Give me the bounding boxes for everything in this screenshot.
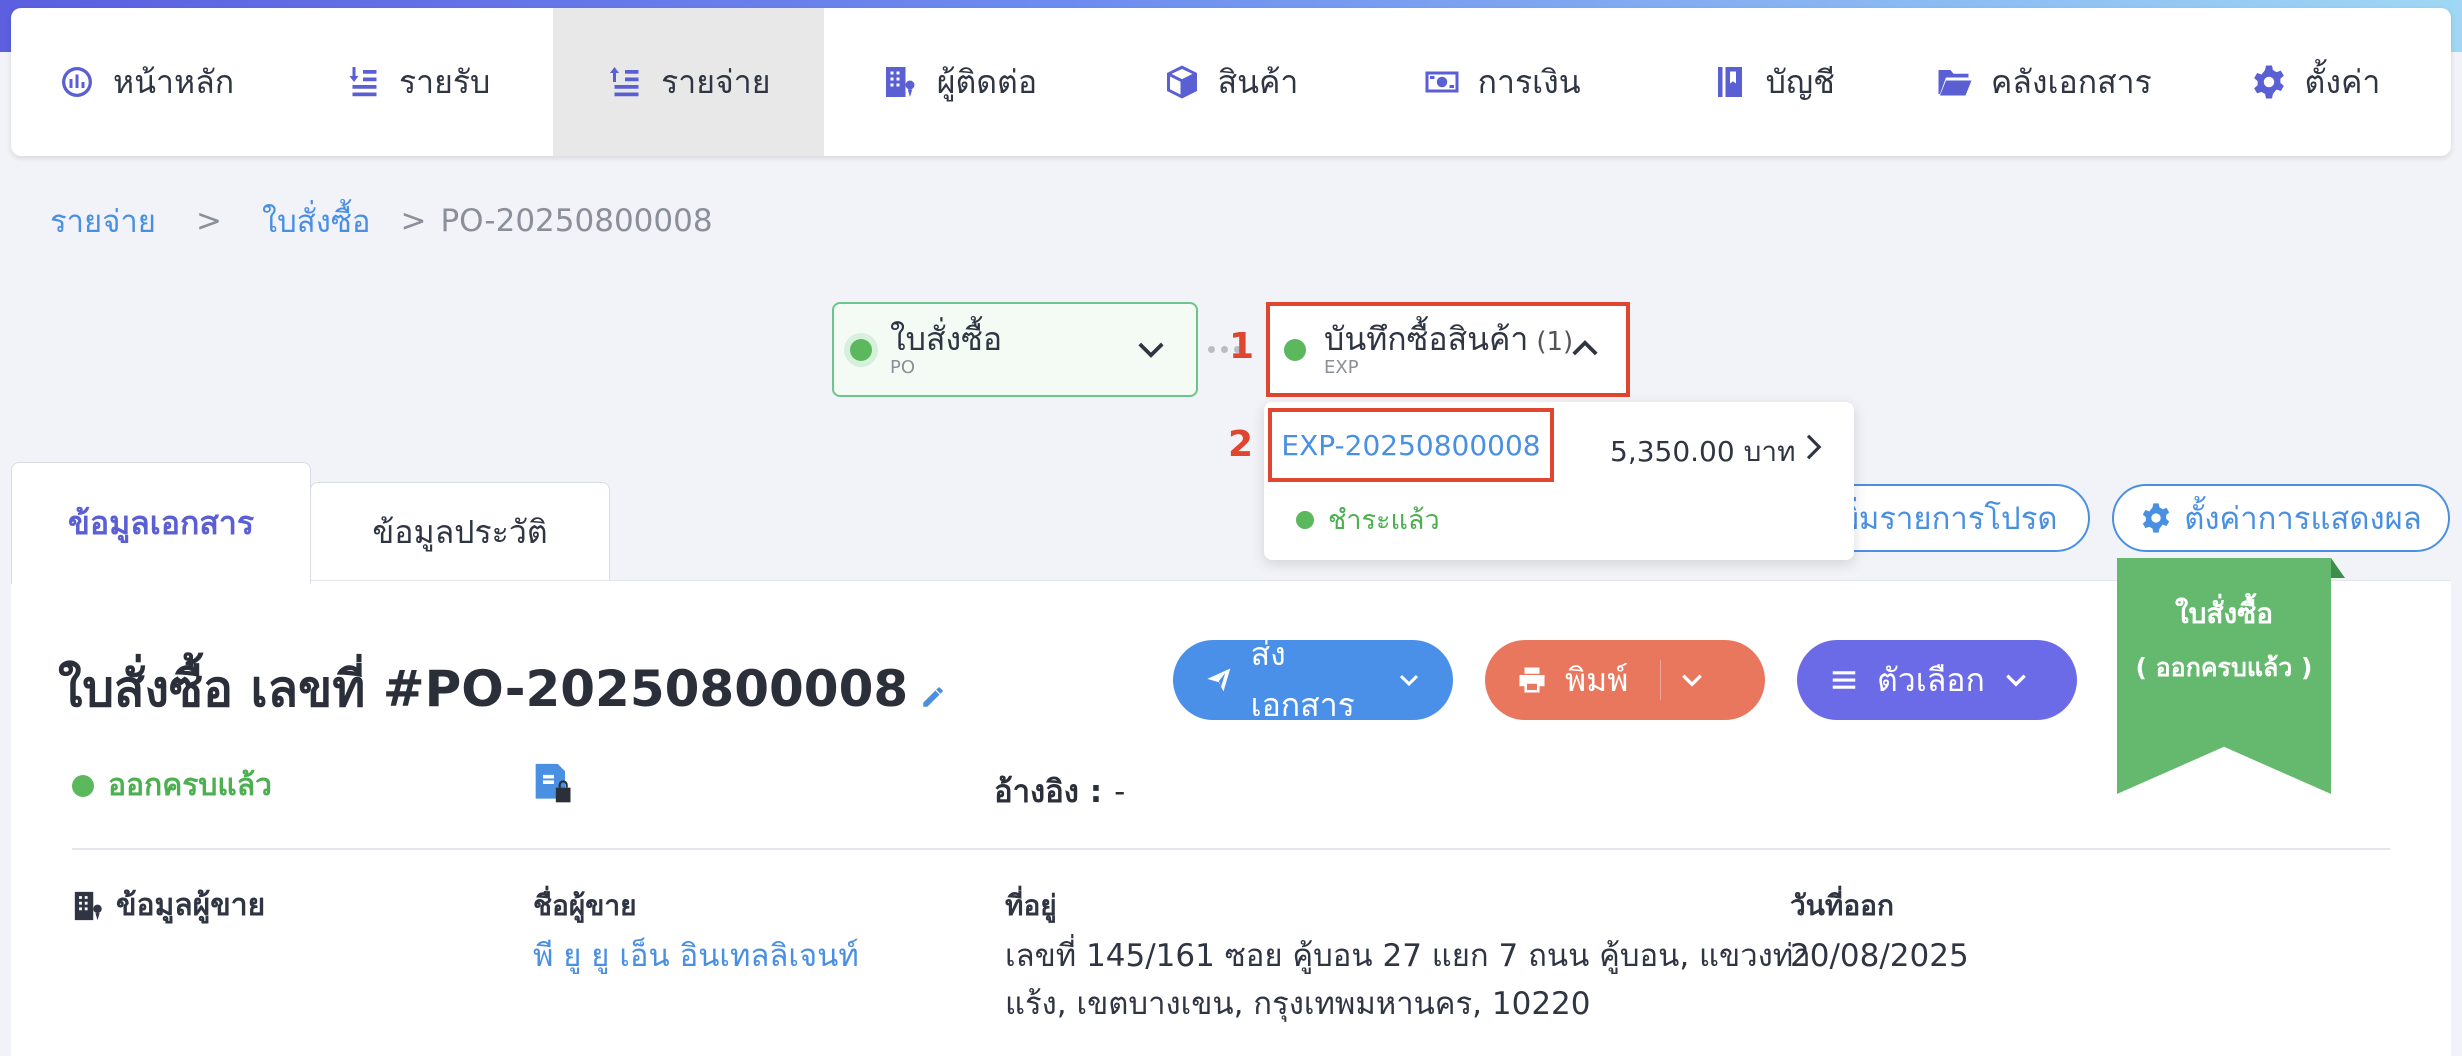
flow-step-po-title: ใบสั่งซื้อ [890, 319, 1003, 358]
annotation-marker-1: 1 [1229, 326, 1255, 367]
address-value: เลขที่ 145/161 ซอย คู้บอน 27 แยก 7 ถนน ค… [1005, 932, 1811, 1028]
vendor-section: ข้อมูลผู้ขาย [72, 882, 265, 929]
document-status-label: ออกครบแล้ว [108, 768, 272, 803]
nav-item-accounting[interactable]: บัญชี [1638, 8, 1909, 156]
flow-step-po[interactable]: ใบสั่งซื้อ PO [832, 302, 1198, 397]
chevron-down-icon[interactable] [1679, 667, 1705, 693]
page-title: ใบสั่งซื้อ เลขที่ #PO-20250800008 [58, 650, 946, 729]
status-dot [72, 774, 94, 797]
reference-label: อ้างอิง : [994, 774, 1103, 810]
nav-label: สินค้า [1217, 62, 1299, 101]
print-button[interactable]: พิมพ์ [1485, 640, 1765, 720]
linked-doc-amount: 5,350.00 บาท [1610, 435, 1796, 468]
ribbon-fold [2331, 558, 2345, 578]
reference-value: - [1114, 774, 1126, 810]
flow-step-exp-count: (1) [1536, 326, 1574, 357]
tab-history[interactable]: ข้อมูลประวัติ [310, 482, 610, 582]
nav-label: การเงิน [1477, 62, 1581, 101]
nav-label: รายจ่าย [661, 62, 771, 101]
nav-label: หน้าหลัก [113, 62, 235, 101]
printer-icon [1519, 667, 1545, 693]
ribbon-status: ( ออกครบแล้ว ) [2135, 653, 2313, 682]
display-settings-label: ตั้งค่าการแสดงผล [2184, 501, 2422, 537]
nav-item-income[interactable]: รายรับ [282, 8, 553, 156]
send-document-button[interactable]: ส่งเอกสาร [1173, 635, 1453, 724]
paper-plane-icon [1207, 668, 1231, 692]
linked-doc-link[interactable]: EXP-20250800008 [1268, 408, 1554, 482]
address-line-2: แร้ง, เขตบางเขน, กรุงเทพมหานคร, 10220 [1005, 986, 1591, 1022]
nav-item-finance[interactable]: การเงิน [1367, 8, 1638, 156]
breadcrumb-expense[interactable]: รายจ่าย [50, 196, 156, 246]
document-lock-icon [535, 763, 571, 803]
building-contact-icon [74, 891, 102, 920]
flow-step-exp[interactable]: บันทึกซื้อสินค้า (1) EXP [1266, 302, 1630, 397]
status-dot [1296, 510, 1314, 529]
reference: อ้างอิง :- [994, 766, 1125, 816]
print-label: พิมพ์ [1565, 660, 1629, 699]
vendor-name-link[interactable]: พี ยู ยู เอ็น อินเทลลิเจนท์ [533, 932, 859, 980]
chevron-down-icon [2006, 674, 2026, 687]
chevron-up-icon [1572, 340, 1598, 356]
options-label: ตัวเลือก [1877, 660, 1985, 699]
status-dot [850, 338, 872, 361]
linked-docs-dropdown: EXP-20250800008 5,350.00 บาท ชำระแล้ว [1264, 402, 1854, 560]
main-nav: หน้าหลัก รายรับ รายจ่าย ผู้ติดต่อ สินค้า… [11, 8, 2451, 156]
chevron-down-icon [1138, 342, 1164, 358]
box-icon [1166, 65, 1197, 99]
breadcrumb-current: PO-20250800008 [440, 203, 713, 239]
folder-icon [1938, 70, 1972, 96]
vendor-section-label: ข้อมูลผู้ขาย [116, 888, 266, 923]
add-favorite-label: พิ่มรายการโปรด [1838, 501, 2058, 537]
nav-item-settings[interactable]: ตั้งค่า [2180, 8, 2451, 156]
status-dot [1284, 338, 1306, 361]
flow-step-po-sub: PO [890, 357, 916, 379]
issue-date-value: 20/08/2025 [1790, 938, 1969, 974]
nav-label: บัญชี [1765, 62, 1835, 101]
dashboard-icon [62, 67, 93, 97]
expense-icon [610, 67, 639, 97]
nav-label: รายรับ [398, 62, 491, 101]
send-document-label: ส่งเอกสาร [1250, 635, 1355, 724]
split-divider [1660, 660, 1662, 700]
chevron-down-icon [1399, 674, 1419, 687]
display-settings-button[interactable]: ตั้งค่าการแสดงผล [2112, 484, 2450, 552]
linked-doc-status: ชำระแล้ว [1296, 498, 1440, 541]
money-icon [1425, 71, 1459, 93]
vendor-name-label: ชื่อผู้ขาย [533, 889, 637, 922]
chevron-right-icon[interactable] [1798, 432, 1828, 462]
nav-label: ผู้ติดต่อ [936, 62, 1038, 101]
book-icon [1717, 67, 1742, 97]
nav-item-home[interactable]: หน้าหลัก [11, 8, 282, 156]
divider [72, 848, 2390, 850]
nav-label: คลังเอกสาร [1990, 62, 2152, 101]
document-title: ใบสั่งซื้อ เลขที่ #PO-20250800008 [58, 660, 909, 718]
ribbon-title: ใบสั่งซื้อ [2174, 597, 2274, 630]
address-label: ที่อยู่ [1005, 889, 1057, 922]
nav-item-contacts[interactable]: ผู้ติดต่อ [824, 8, 1095, 156]
document-status: ออกครบแล้ว [72, 762, 272, 809]
annotation-marker-2: 2 [1228, 424, 1254, 465]
gear-icon [2143, 503, 2170, 533]
breadcrumb: รายจ่าย > ใบสั่งซื้อ > PO-20250800008 [50, 196, 713, 246]
gear-icon [2253, 65, 2284, 99]
breadcrumb-separator: > [400, 203, 427, 239]
address-line-1: เลขที่ 145/161 ซอย คู้บอน 27 แยก 7 ถนน ค… [1005, 938, 1811, 974]
linked-doc-status-label: ชำระแล้ว [1328, 505, 1440, 536]
breadcrumb-separator: > [195, 203, 222, 239]
nav-item-expense[interactable]: รายจ่าย [553, 8, 825, 156]
edit-pencil-icon[interactable] [920, 684, 946, 710]
breadcrumb-purchase-order[interactable]: ใบสั่งซื้อ [262, 196, 371, 246]
menu-icon [1832, 671, 1856, 689]
income-icon [349, 67, 377, 97]
nav-label: ตั้งค่า [2304, 62, 2381, 101]
contacts-icon [885, 67, 915, 97]
flow-step-exp-sub: EXP [1324, 357, 1359, 379]
tab-document-info[interactable]: ข้อมูลเอกสาร [11, 462, 311, 584]
nav-item-products[interactable]: สินค้า [1095, 8, 1366, 156]
nav-item-documents[interactable]: คลังเอกสาร [1909, 8, 2180, 156]
options-button[interactable]: ตัวเลือก [1797, 640, 2077, 720]
issue-date-label: วันที่ออก [1790, 889, 1894, 922]
flow-step-exp-title: บันทึกซื้อสินค้า [1324, 319, 1529, 358]
